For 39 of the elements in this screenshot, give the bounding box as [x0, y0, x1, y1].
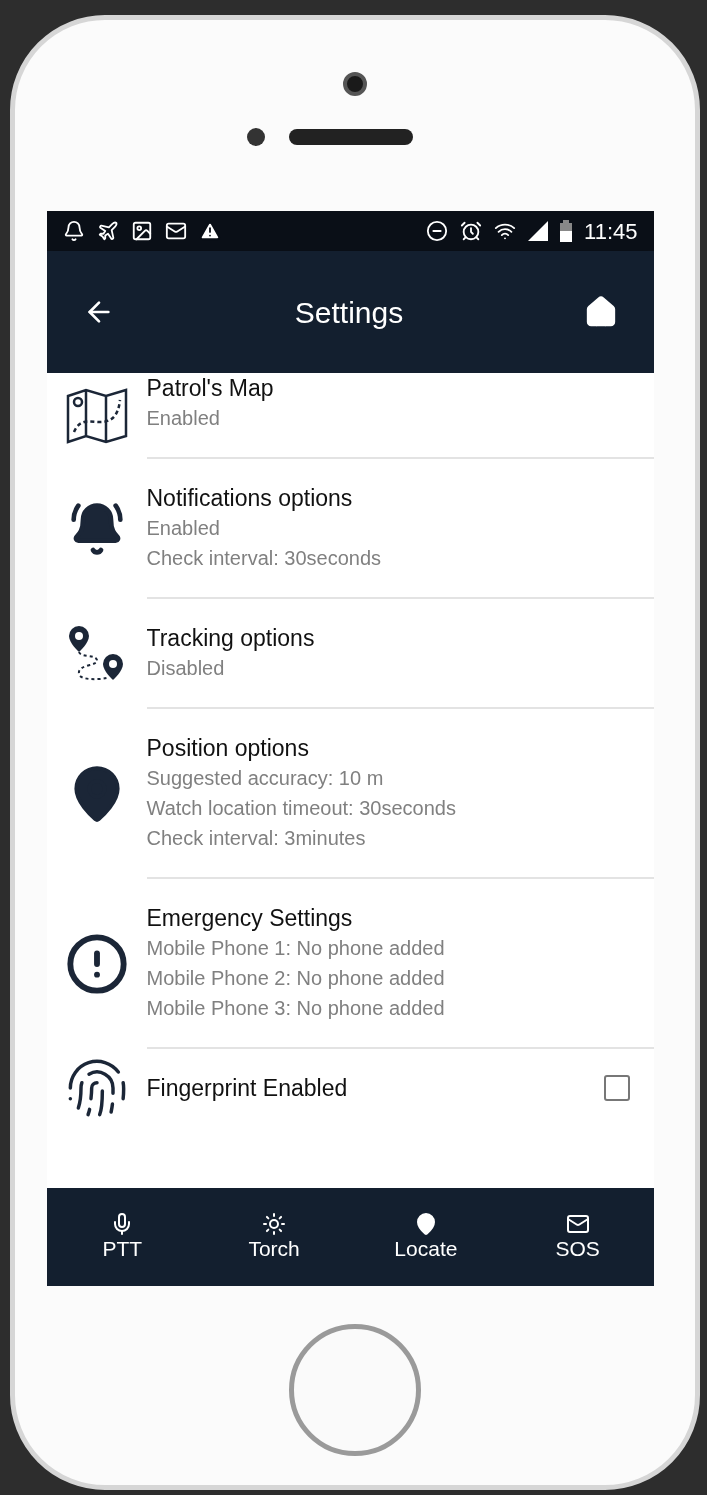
envelope-icon — [565, 1212, 590, 1236]
alarm-icon — [460, 220, 483, 242]
nav-button[interactable]: Torch — [198, 1212, 350, 1262]
sensor-icon — [247, 128, 265, 146]
setting-title[interactable]: Emergency Settings — [146, 903, 630, 933]
clock-time: 11:45 — [584, 217, 638, 246]
image-icon — [130, 220, 153, 242]
setting-detail: Enabled — [146, 406, 221, 431]
nav-button[interactable]: PTT — [46, 1212, 199, 1262]
setting-detail: Check interval: 30seconds — [146, 546, 383, 571]
setting-detail: Disabled — [146, 656, 226, 681]
setting-title[interactable]: Notifications options — [146, 483, 630, 513]
camera-icon — [343, 72, 367, 96]
setting-detail: Mobile Phone 1: No phone added — [146, 936, 446, 961]
setting-detail: Enabled — [146, 516, 221, 541]
exclamation-circle-icon — [64, 932, 129, 996]
setting-title[interactable]: Position options — [146, 733, 630, 763]
setting-detail: Mobile Phone 2: No phone added — [146, 966, 446, 991]
setting-detail: Watch location timeout: 30seconds — [146, 796, 457, 821]
bell-icon — [68, 501, 125, 557]
plane-icon — [96, 220, 119, 242]
battery-icon — [560, 220, 573, 242]
nav-button[interactable]: SOS — [501, 1212, 654, 1262]
setting-title[interactable]: Patrol's Map — [146, 373, 630, 403]
setting-title[interactable]: Fingerprint Enabled — [146, 1073, 604, 1103]
header-title: Settings — [293, 294, 405, 331]
nav-button[interactable]: Locate — [350, 1212, 502, 1262]
folded-map-icon — [65, 388, 128, 444]
setting-title[interactable]: Tracking options — [146, 623, 630, 653]
checkbox[interactable] — [603, 1075, 630, 1101]
setting-detail: Suggested accuracy: 10 m — [146, 766, 385, 791]
setting-detail: Mobile Phone 3: No phone added — [146, 996, 446, 1021]
mail-icon — [164, 220, 187, 242]
signal-icon — [528, 221, 549, 241]
bell-icon — [62, 220, 85, 242]
warning-icon — [198, 220, 221, 242]
setting-detail: Check interval: 3minutes — [146, 826, 367, 851]
do-not-disturb-icon — [426, 220, 449, 242]
sun-icon — [262, 1212, 287, 1236]
